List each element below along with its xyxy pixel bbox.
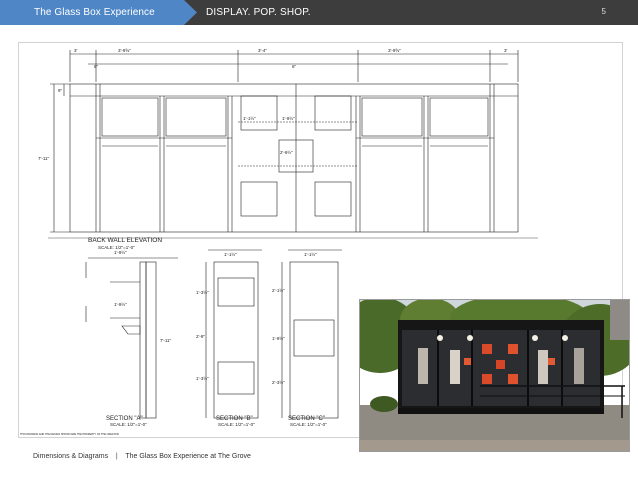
dim-top-c: 3'-4" xyxy=(258,48,267,53)
dim-sec-b-a: 1'-3½" xyxy=(196,289,209,295)
dim-post-mid: 6" xyxy=(292,64,297,69)
section-a-scale: SCALE: 1/2"=1'-0" xyxy=(110,422,147,427)
header-title: The Glass Box Experience xyxy=(34,7,155,18)
center-box-top-right xyxy=(314,95,352,131)
storefront-illustration xyxy=(360,300,629,451)
footer-separator: | xyxy=(115,453,118,460)
section-c-box xyxy=(293,319,335,357)
drawing-footnote: THIS DRAWING AND THE DESIGN SHOWN ARE TH… xyxy=(20,433,119,436)
footer: Dimensions & Diagrams | The Glass Box Ex… xyxy=(33,453,251,460)
elevation-scale: SCALE: 1/2"=1'-0" xyxy=(98,245,135,250)
glass-box-storefront-photo xyxy=(359,299,630,452)
dim-top-a: 3' xyxy=(74,48,78,53)
section-a-bracket xyxy=(121,325,141,335)
right-bay-panel-2 xyxy=(429,97,489,137)
dim-post-left: 6" xyxy=(94,64,99,69)
footer-section-label: Dimensions & Diagrams xyxy=(33,453,109,460)
left-bay-panel-1 xyxy=(101,97,159,137)
section-b-lower-box xyxy=(217,361,255,395)
section-b-outline xyxy=(213,261,259,419)
section-c-scale: SCALE: 1/2"=1'-0" xyxy=(290,422,327,427)
dim-sec-c-c: 2'-3½" xyxy=(272,379,285,385)
dim-sec-b-b: 2'-9" xyxy=(196,334,205,339)
dim-sec-c-b: 1'-9½" xyxy=(272,335,285,341)
dim-sec-b-c: 1'-3½" xyxy=(196,375,209,381)
section-b-upper-box xyxy=(217,277,255,307)
header-tagline: DISPLAY. POP. SHOP. xyxy=(206,7,311,18)
dim-head: 9" xyxy=(58,88,63,93)
dim-sec-c-top: 1'-1½" xyxy=(304,251,317,257)
right-bay-panel-1 xyxy=(361,97,423,137)
section-a-post xyxy=(145,261,157,419)
dim-sec-c-a: 2'-1½" xyxy=(272,287,285,293)
dim-box-v: 2'-9½" xyxy=(280,149,293,155)
footer-project-label: The Glass Box Experience at The Grove xyxy=(125,453,251,460)
section-a-wall xyxy=(139,261,147,419)
dim-height-total: 7'-11" xyxy=(38,156,50,161)
dim-top-b: 3'-9⅝" xyxy=(118,48,131,53)
section-c-outline xyxy=(289,261,339,419)
dim-top-e: 3' xyxy=(504,48,508,53)
header-bar: The Glass Box Experience DISPLAY. POP. S… xyxy=(0,0,638,25)
elevation-outline xyxy=(69,83,519,233)
dim-box-w: 1'-1½" xyxy=(243,115,256,121)
dim-sec-a-mid: 1'-9½" xyxy=(114,301,127,307)
dim-top-d: 3'-9⅝" xyxy=(388,48,401,53)
dim-sec-a-h: 7'-11" xyxy=(160,338,172,343)
dim-box-gap: 1'-9½" xyxy=(282,115,295,121)
title-tab: The Glass Box Experience xyxy=(0,0,197,25)
center-box-bottom-right xyxy=(314,181,352,217)
center-box-bottom-left xyxy=(240,181,278,217)
page-number: 5 xyxy=(601,7,606,16)
left-bay-panel-2 xyxy=(165,97,227,137)
section-b-scale: SCALE: 1/2"=1'-0" xyxy=(218,422,255,427)
dim-sec-b-top: 1'-1½" xyxy=(224,251,237,257)
center-box-top-left xyxy=(240,95,278,131)
elevation-title: BACK WALL ELEVATION xyxy=(88,237,162,244)
